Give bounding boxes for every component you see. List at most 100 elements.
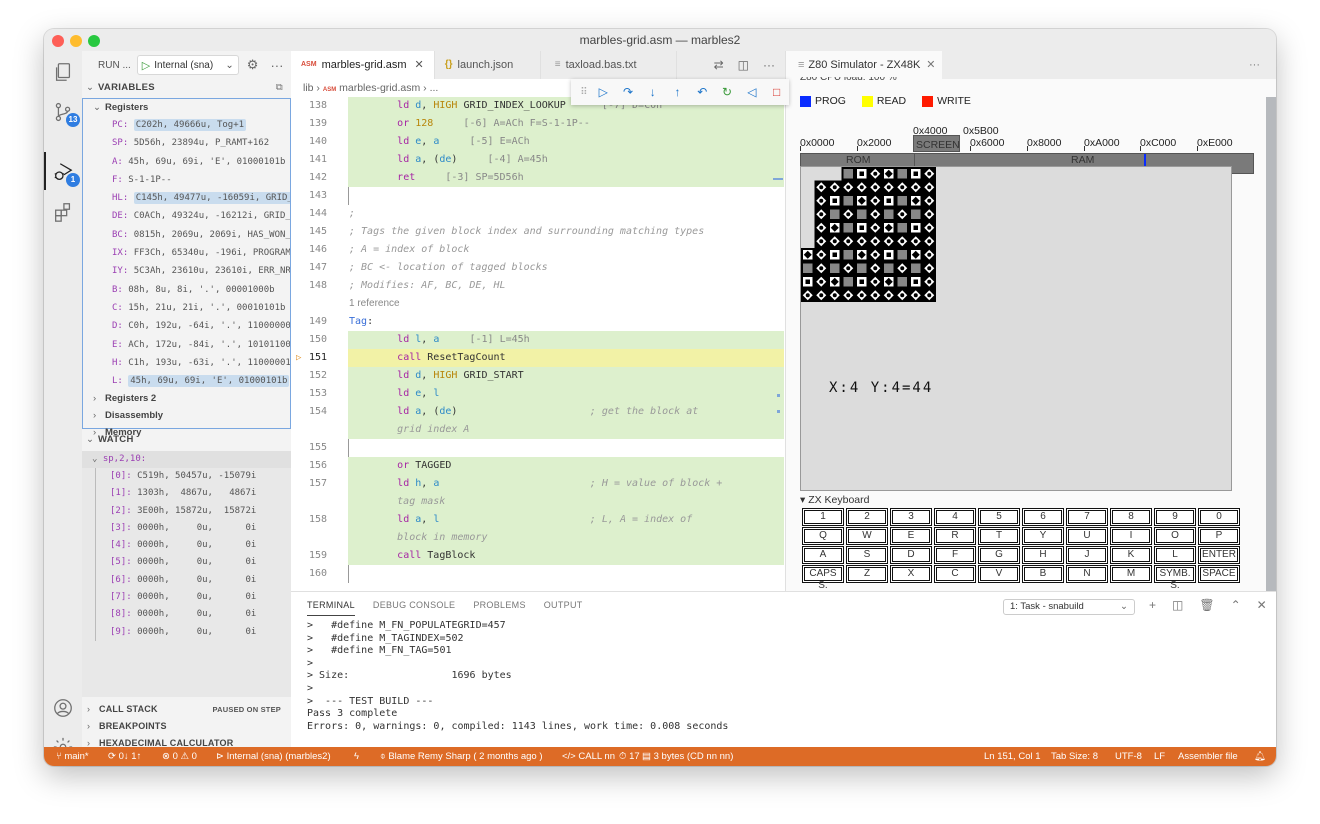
- maximize-window-button[interactable]: [88, 35, 100, 47]
- problems-status[interactable]: ⊗ 0 ⚠ 0: [162, 747, 197, 766]
- key-c[interactable]: C: [934, 565, 976, 583]
- instruction-status[interactable]: </> CALL nn: [562, 747, 615, 766]
- key-h[interactable]: H: [1022, 546, 1064, 564]
- drag-handle-icon[interactable]: ⠿: [577, 87, 591, 98]
- code-area[interactable]: 138 ld d, HIGH GRID_INDEX_LOOKUP [-7] D=…: [291, 97, 785, 591]
- variables-header[interactable]: ⌄ VARIABLES ⧉: [82, 79, 291, 97]
- key-e[interactable]: E: [890, 527, 932, 545]
- key-s[interactable]: S: [846, 546, 888, 564]
- register-row[interactable]: D: C0h, 192u, -64i, '.', 11000000b: [83, 317, 290, 335]
- notifications-icon[interactable]: 🔔︎: [1254, 747, 1266, 766]
- simulator-scrollbar[interactable]: [1266, 97, 1276, 591]
- open-changes-icon[interactable]: ⇄: [714, 58, 724, 72]
- watch-row[interactable]: [2]: 3E00h, 15872u, 15872i: [95, 502, 291, 520]
- key-w[interactable]: W: [846, 527, 888, 545]
- watch-row[interactable]: [1]: 1303h, 4867u, 4867i: [95, 485, 291, 503]
- register-row[interactable]: PC: C202h, 49666u, Tog+1: [83, 116, 290, 134]
- more-icon[interactable]: ···: [270, 58, 283, 73]
- encoding[interactable]: UTF-8: [1115, 747, 1142, 766]
- register-row[interactable]: DE: C0ACh, 49324u, -16212i, GRID_…: [83, 207, 290, 225]
- blame-status[interactable]: ⌽ Blame Remy Sharp ( 2 months ago ): [380, 747, 543, 766]
- watch-row[interactable]: [7]: 0000h, 0u, 0i: [95, 589, 291, 607]
- step-over-icon[interactable]: ↷: [616, 85, 641, 99]
- tab-launch-json[interactable]: {} launch.json: [435, 51, 541, 79]
- key-caps-s[interactable]: CAPS S.: [802, 565, 844, 591]
- more-icon[interactable]: ···: [763, 58, 775, 72]
- minimize-window-button[interactable]: [70, 35, 82, 47]
- restart-icon[interactable]: ↻: [715, 85, 740, 99]
- key-1[interactable]: 1: [802, 508, 844, 526]
- tab-terminal[interactable]: TERMINAL: [307, 592, 355, 618]
- key-m[interactable]: M: [1110, 565, 1152, 583]
- watch-row[interactable]: [0]: C519h, 50457u, -15079i: [95, 468, 291, 486]
- codelens-references[interactable]: 1 reference: [349, 295, 775, 313]
- watch-row[interactable]: [3]: 0000h, 0u, 0i: [95, 519, 291, 538]
- breadcrumb-folder[interactable]: lib: [303, 82, 314, 94]
- registers-group[interactable]: ⌄ Registers: [83, 99, 290, 116]
- keyboard-toggle[interactable]: ▾ ZX Keyboard: [800, 494, 870, 506]
- tab-problems[interactable]: PROBLEMS: [473, 592, 525, 618]
- maximize-panel-icon[interactable]: ⌃: [1231, 598, 1241, 612]
- key-6[interactable]: 6: [1022, 508, 1064, 526]
- watch-row[interactable]: [8]: 0000h, 0u, 0i: [95, 606, 291, 624]
- breadcrumb-file[interactable]: marbles-grid.asm: [339, 82, 420, 94]
- key-symb-s[interactable]: SYMB. S.: [1154, 565, 1196, 591]
- reverse-continue-icon[interactable]: ◁: [739, 85, 764, 99]
- new-terminal-icon[interactable]: +: [1149, 598, 1156, 612]
- key-a[interactable]: A: [802, 546, 844, 564]
- eol[interactable]: LF: [1154, 747, 1165, 766]
- key-5[interactable]: 5: [978, 508, 1020, 526]
- close-window-button[interactable]: [52, 35, 64, 47]
- stop-icon[interactable]: □: [764, 85, 789, 99]
- branch-status[interactable]: ⑂ main*: [56, 747, 89, 766]
- step-back-icon[interactable]: ↶: [690, 85, 715, 99]
- key-u[interactable]: U: [1066, 527, 1108, 545]
- close-icon[interactable]: ✕: [926, 59, 935, 71]
- register-row[interactable]: H: C1h, 193u, -63i, '.', 11000001b: [83, 354, 290, 372]
- gear-icon[interactable]: ⚙: [247, 57, 259, 73]
- key-g[interactable]: G: [978, 546, 1020, 564]
- key-4[interactable]: 4: [934, 508, 976, 526]
- key-9[interactable]: 9: [1154, 508, 1196, 526]
- watch-row[interactable]: [6]: 0000h, 0u, 0i: [95, 571, 291, 590]
- breadcrumb-symbol[interactable]: ...: [430, 82, 439, 94]
- key-d[interactable]: D: [890, 546, 932, 564]
- key-0[interactable]: 0: [1198, 508, 1240, 526]
- key-f[interactable]: F: [934, 546, 976, 564]
- registers2-group[interactable]: › Registers 2: [83, 390, 290, 407]
- debug-status[interactable]: ⊳ Internal (sna) (marbles2): [216, 747, 331, 766]
- key-enter[interactable]: ENTER: [1198, 546, 1240, 564]
- source-control-icon[interactable]: 13: [52, 101, 80, 127]
- call-stack-section[interactable]: › CALL STACK PAUSED ON STEP: [82, 701, 291, 718]
- key-l[interactable]: L: [1154, 546, 1196, 564]
- watch-expression[interactable]: ⌄ sp,2,10:: [82, 451, 291, 468]
- tab-z80-simulator[interactable]: ≡ Z80 Simulator - ZX48K ✕: [786, 51, 942, 79]
- register-row[interactable]: E: ACh, 172u, -84i, '.', 10101100b: [83, 336, 290, 354]
- key-8[interactable]: 8: [1110, 508, 1152, 526]
- key-p[interactable]: P: [1198, 527, 1240, 545]
- key-j[interactable]: J: [1066, 546, 1108, 564]
- key-z[interactable]: Z: [846, 565, 888, 583]
- key-r[interactable]: R: [934, 527, 976, 545]
- tab-debug-console[interactable]: DEBUG CONSOLE: [373, 592, 455, 618]
- sync-status[interactable]: ⟳ 0↓ 1↑: [108, 747, 141, 766]
- key-y[interactable]: Y: [1022, 527, 1064, 545]
- watch-row[interactable]: [9]: 0000h, 0u, 0i: [95, 623, 291, 641]
- key-k[interactable]: K: [1110, 546, 1152, 564]
- trash-icon[interactable]: 🗑: [1199, 598, 1214, 612]
- editor-scrollbar[interactable]: [773, 97, 785, 591]
- key-n[interactable]: N: [1066, 565, 1108, 583]
- debug-icon[interactable]: 1: [52, 161, 80, 187]
- terminal-select[interactable]: 1: Task - snabuild ⌄: [1003, 599, 1135, 615]
- close-icon[interactable]: ✕: [415, 51, 424, 79]
- lightning-icon[interactable]: ϟ: [354, 747, 359, 766]
- more-icon[interactable]: ···: [1249, 51, 1260, 79]
- register-row[interactable]: L: 45h, 69u, 69i, 'E', 01000101b: [83, 372, 290, 390]
- key-x[interactable]: X: [890, 565, 932, 583]
- key-b[interactable]: B: [1022, 565, 1064, 583]
- cursor-position[interactable]: Ln 151, Col 1: [984, 747, 1041, 766]
- disassembly-group[interactable]: › Disassembly: [83, 407, 290, 424]
- key-3[interactable]: 3: [890, 508, 932, 526]
- collapse-all-icon[interactable]: ⧉: [276, 79, 283, 97]
- key-space[interactable]: SPACE: [1198, 565, 1240, 583]
